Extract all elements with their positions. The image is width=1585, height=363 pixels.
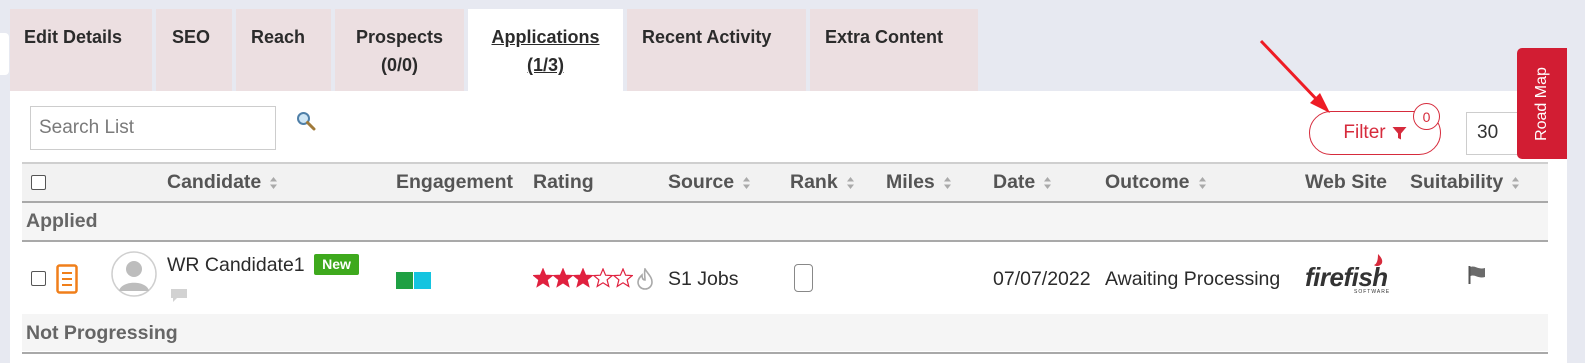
road-map-label: Road Map [1533, 66, 1550, 141]
group-header-applied [22, 203, 1548, 240]
column-header-miles[interactable]: Miles [886, 171, 952, 194]
avatar-icon [111, 251, 157, 297]
date-value: 07/07/2022 [993, 268, 1091, 290]
column-label: Rank [790, 171, 838, 193]
sort-icon [943, 176, 951, 189]
column-header-rating: Rating [533, 171, 594, 194]
sort-icon [846, 176, 854, 189]
column-header-source[interactable]: Source [668, 171, 751, 194]
tab-reach[interactable]: Reach [236, 9, 331, 91]
firefish-logo: firefish SOFTWARE [1305, 254, 1401, 296]
candidate-name-link[interactable]: WR Candidate1 [167, 254, 305, 277]
group-header-not-progressing [22, 314, 1548, 351]
tab-applications[interactable]: Applications (1/3) [468, 9, 623, 91]
star-empty-icon[interactable] [613, 268, 633, 288]
column-header-rank[interactable]: Rank [790, 171, 855, 194]
tab-label: Applications [491, 27, 600, 47]
star-filled-icon[interactable] [533, 268, 553, 288]
filter-label: Filter [1343, 122, 1386, 143]
flame-icon[interactable] [636, 268, 654, 290]
tab-extra-content[interactable]: Extra Content [810, 9, 978, 91]
new-badge: New [314, 254, 359, 275]
column-header-candidate[interactable]: Candidate [167, 171, 278, 194]
group-divider [22, 240, 1548, 242]
sort-icon [743, 176, 751, 189]
road-map-button[interactable]: Road Map [1517, 48, 1567, 159]
tab-label: Extra Content [825, 27, 944, 47]
search-icon[interactable] [295, 110, 317, 132]
group-label: Not Progressing [26, 322, 178, 344]
filter-count-badge: 0 [1413, 103, 1440, 130]
tab-count: (0/0) [380, 55, 418, 75]
group-divider [22, 352, 1548, 354]
column-label: Suitability [1410, 171, 1504, 193]
column-header-website: Web Site [1305, 171, 1387, 194]
tab-edit-details[interactable]: Edit Details [10, 9, 152, 91]
star-rating[interactable] [533, 268, 633, 290]
star-filled-icon[interactable] [573, 268, 593, 288]
tab-prospects[interactable]: Prospects (0/0) [335, 9, 464, 91]
tab-recent-activity[interactable]: Recent Activity [627, 9, 806, 91]
column-label: Outcome [1105, 171, 1190, 193]
source-value: S1 Jobs [668, 268, 739, 290]
flag-icon[interactable] [1467, 265, 1487, 285]
column-label: Source [668, 171, 735, 193]
tab-label: Reach [251, 27, 306, 47]
tab-seo[interactable]: SEO [156, 9, 232, 91]
sort-icon [1198, 176, 1206, 189]
column-label: Candidate [167, 171, 262, 193]
column-label: Miles [886, 171, 935, 193]
column-label: Rating [533, 171, 594, 193]
column-header-engagement: Engagement [396, 171, 513, 194]
star-filled-icon[interactable] [553, 268, 573, 288]
rank-checkbox[interactable] [794, 264, 813, 292]
row-select-checkbox[interactable] [31, 271, 46, 286]
tab-label: SEO [172, 27, 211, 47]
sort-icon [1044, 176, 1052, 189]
tab-count: (1/3) [526, 55, 564, 75]
sort-icon [270, 176, 278, 189]
tab-label: Edit Details [24, 27, 123, 47]
tab-label: Recent Activity [642, 27, 772, 47]
outcome-value[interactable]: Awaiting Processing [1105, 268, 1280, 291]
sort-icon [1512, 176, 1520, 189]
engagement-block-1 [396, 272, 413, 289]
column-label: Engagement [396, 171, 514, 193]
column-label: Web Site [1305, 171, 1387, 193]
column-header-outcome[interactable]: Outcome [1105, 171, 1207, 194]
search-input[interactable] [30, 106, 276, 150]
select-all-checkbox[interactable] [31, 175, 46, 190]
group-label: Applied [26, 210, 98, 232]
filter-funnel-icon [1392, 126, 1407, 139]
column-header-suitability[interactable]: Suitability [1410, 171, 1520, 194]
tab-label: Prospects [355, 27, 444, 47]
column-header-date[interactable]: Date [993, 171, 1052, 194]
side-panel-handle[interactable] [0, 33, 9, 75]
comment-icon[interactable] [170, 288, 188, 303]
website-logo-subtext: SOFTWARE [1354, 289, 1391, 295]
column-label: Date [993, 171, 1036, 193]
star-empty-icon[interactable] [593, 268, 613, 288]
resume-document-icon[interactable] [56, 264, 78, 294]
engagement-block-2 [414, 272, 431, 289]
